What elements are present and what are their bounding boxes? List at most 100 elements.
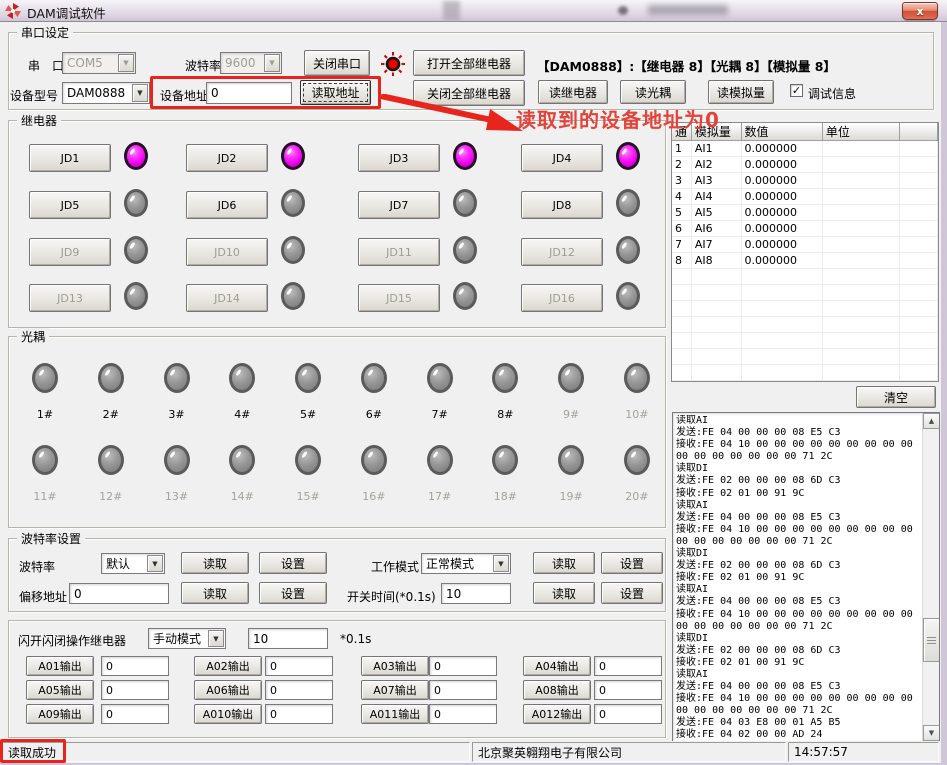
status-message: 读取成功 [2,742,470,762]
table-cell [672,333,692,349]
flash-mode-select[interactable]: 手动模式 ▼ [148,628,226,649]
relay-led-jd3 [453,142,477,170]
open-all-relays-button[interactable]: 打开全部继电器 [413,50,525,76]
output-value-a05[interactable]: 0 [101,680,169,700]
output-button-a012[interactable]: A012输出 [523,704,591,724]
flash-time-input[interactable]: 10 [248,628,328,649]
baud-select[interactable]: 默认 ▼ [101,553,165,574]
table-cell [823,221,900,237]
baud-set-button[interactable]: 设置 [259,552,327,574]
close-port-button[interactable]: 关闭串口 [304,50,370,76]
debug-info-checkbox[interactable]: ✓ [790,84,803,97]
switch-set-button[interactable]: 设置 [601,582,663,604]
table-cell: 7 [672,237,692,253]
workmode-read-button[interactable]: 读取 [533,552,595,574]
chevron-down-icon: ▼ [147,555,163,572]
opto-cell: 12# [89,445,133,503]
clear-log-button[interactable]: 清空 [856,386,936,408]
relay-button-jd6[interactable]: JD6 [186,191,268,219]
offset-set-button[interactable]: 设置 [259,582,327,604]
output-button-a02[interactable]: A02输出 [194,656,262,676]
switch-time-input[interactable]: 10 [441,583,511,604]
workmode-select[interactable]: 正常模式 ▼ [421,553,511,574]
output-value-a07[interactable]: 0 [429,680,497,700]
table-cell [692,349,742,365]
output-button-a07[interactable]: A07输出 [361,680,429,700]
baud-read-button[interactable]: 读取 [181,552,249,574]
read-opto-button[interactable]: 读光耦 [620,80,686,104]
opto-label-2: 2# [103,408,119,421]
read-analog-button[interactable]: 读模拟量 [708,80,774,104]
analog-table[interactable]: 通 模拟量 数值 单位 1AI10.0000002AI20.0000003AI3… [671,122,939,382]
relay-led-jd11 [453,236,477,264]
output-button-a03[interactable]: A03输出 [361,656,429,676]
log-line: 接收:FE 04 10 00 00 00 00 00 00 00 00 00 [676,693,920,705]
output-value-a08[interactable]: 0 [594,680,662,700]
output-button-a06[interactable]: A06输出 [194,680,262,700]
log-box[interactable]: 读取AI发送:FE 04 00 00 00 08 E5 C3接收:FE 04 1… [672,412,940,742]
output-value-a06[interactable]: 0 [265,680,333,700]
opto-led-18 [492,445,518,475]
output-button-a01[interactable]: A01输出 [26,656,94,676]
output-value-a04[interactable]: 0 [594,656,662,676]
switch-read-button[interactable]: 读取 [533,582,595,604]
read-relay-button[interactable]: 读继电器 [538,80,608,104]
opto-led-15 [295,445,321,475]
offset-read-button[interactable]: 读取 [181,582,249,604]
opto-cell: 16# [352,445,396,503]
opto-led-8 [492,363,518,393]
output-button-a05[interactable]: A05输出 [26,680,94,700]
opto-label-19: 19# [560,490,583,503]
read-addr-button[interactable]: 读取地址 [300,80,371,105]
opto-label-14: 14# [231,490,254,503]
opto-led-13 [164,445,190,475]
switch-time-label: 开关时间(*0.1s) [347,588,436,605]
relay-button-jd9: JD9 [29,238,111,266]
output-value-a03[interactable]: 0 [429,656,497,676]
output-value-a01[interactable]: 0 [101,656,169,676]
relay-button-jd8[interactable]: JD8 [521,191,603,219]
log-line: 接收:FE 04 10 00 00 00 00 00 00 00 00 00 [676,439,920,451]
opto-group: 光耦 1#2#3#4#5#6#7#8#9#10# 11#12#13#14#15#… [8,336,666,528]
output-button-a010[interactable]: A010输出 [194,704,262,724]
output-button-a04[interactable]: A04输出 [523,656,591,676]
relay-button-jd3[interactable]: JD3 [358,144,440,172]
titlebar[interactable]: DAM调试软件 x [0,0,947,22]
relay-button-jd7[interactable]: JD7 [358,191,440,219]
scroll-down-icon[interactable]: ▼ [923,725,940,741]
output-value-a012[interactable]: 0 [594,704,662,724]
log-scrollbar[interactable]: ▲ ▼ [922,413,939,741]
output-button-a011[interactable]: A011输出 [361,704,429,724]
scroll-up-icon[interactable]: ▲ [923,413,940,429]
port-select: COM5 ▼ [62,52,136,74]
output-value-a09[interactable]: 0 [101,704,169,724]
baudrate-label: 波特率 [185,57,221,74]
workmode-set-button[interactable]: 设置 [601,552,663,574]
opto-row-2: 11#12#13#14#15#16#17#18#19#20# [23,445,659,503]
table-cell: 1 [672,141,692,157]
opto-cell: 13# [155,445,199,503]
table-cell [672,349,692,365]
relay-button-jd4[interactable]: JD4 [521,144,603,172]
device-addr-input[interactable]: 0 [206,82,292,104]
output-button-a08[interactable]: A08输出 [523,680,591,700]
scroll-thumb[interactable] [923,618,940,662]
offset-addr-input[interactable]: 0 [69,583,169,604]
relay-button-jd5[interactable]: JD5 [29,191,111,219]
table-row: 5AI50.000000 [672,205,938,221]
device-model-select[interactable]: DAM0888 ▼ [62,82,150,104]
output-button-a09[interactable]: A09输出 [26,704,94,724]
output-value-a011[interactable]: 0 [429,704,497,724]
relay-led-jd14 [281,282,305,310]
table-cell: 8 [672,253,692,269]
table-cell [900,349,938,365]
close-button[interactable]: x [902,2,938,20]
analog-table-body: 1AI10.0000002AI20.0000003AI30.0000004AI4… [672,141,938,381]
relay-button-jd1[interactable]: JD1 [29,144,111,172]
opto-led-16 [361,445,387,475]
opto-label-9: 9# [563,408,579,421]
relay-button-jd2[interactable]: JD2 [186,144,268,172]
output-value-a02[interactable]: 0 [265,656,333,676]
output-value-a010[interactable]: 0 [265,704,333,724]
opto-cell: 8# [483,363,527,421]
